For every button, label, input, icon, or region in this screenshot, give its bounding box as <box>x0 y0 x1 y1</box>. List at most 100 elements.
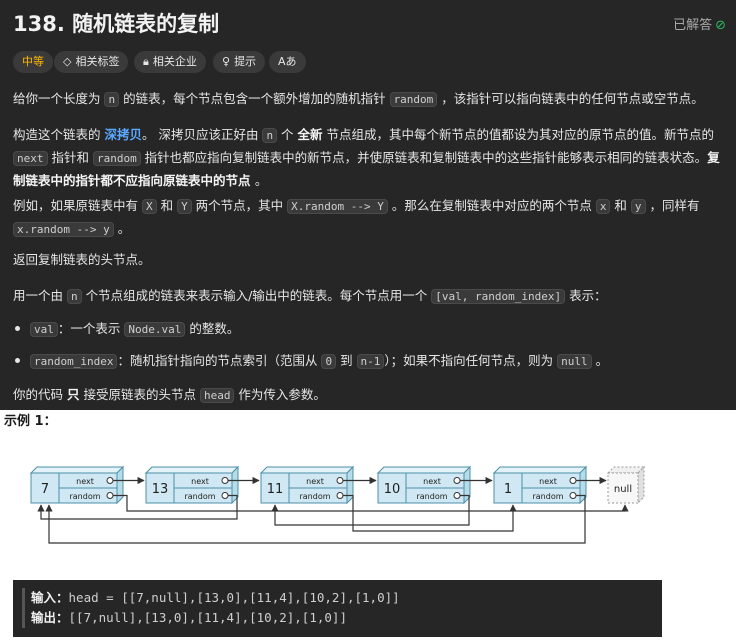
list-item: val ：一个表示 Node.val 的整数。 <box>13 318 239 341</box>
text: 。 深拷贝应该正好由 <box>142 127 263 142</box>
list-item: random_index ：随机指针指向的节点索引（范围从 0 到 n-1 ）；如果… <box>13 350 608 373</box>
text: ）；如果不指向任何节点，则为 <box>384 353 558 368</box>
inline-code: y <box>630 199 646 214</box>
inline-code: random <box>389 92 438 107</box>
text: 。 <box>254 173 268 188</box>
inline-code: n <box>66 289 82 304</box>
node-value: 11 <box>267 482 284 497</box>
node-value: 10 <box>384 482 401 497</box>
next-label: next <box>76 477 94 486</box>
lightbulb-icon: ♀ <box>222 55 231 68</box>
next-label: next <box>306 477 324 486</box>
companies-button[interactable]: 🔒︎ 相关企业 <box>134 51 206 73</box>
list-node: 10 next random <box>376 465 472 505</box>
solved-label: 已解答 <box>673 18 713 33</box>
difficulty-badge[interactable]: 中等 <box>13 51 53 73</box>
inline-code: next <box>13 151 48 166</box>
inline-code: Node.val <box>124 322 186 337</box>
inline-code: [val, random_index] <box>431 289 566 304</box>
text: ，同样有 <box>645 198 700 213</box>
random-label: random <box>416 492 447 501</box>
text: 作为传入参数。 <box>234 387 326 402</box>
list-node: 13 next random <box>144 465 240 505</box>
problem-panel: 138. 随机链表的复制 已解答 ⊘ 中等 ◇ 相关标签 🔒︎ 相关企业 ♀ 提示 Aあ… <box>0 0 736 410</box>
companies-label: 相关企业 <box>152 55 197 68</box>
inline-code: head <box>199 388 235 403</box>
text: 指针和 <box>47 150 93 165</box>
example-output: 输出：[[7,null],[13,0],[11,4],[10,2],[1,0]] <box>31 608 347 628</box>
text: 接受原链表的头节点 <box>79 387 200 402</box>
example-title: 示例 1： <box>4 414 57 429</box>
inline-code: random_index <box>30 354 118 369</box>
text: 指针也都应指向复制链表中的新节点，并使原链表和复制链表中的这些指针能够表示相同的… <box>140 150 708 165</box>
text: 你的代码 <box>13 387 67 402</box>
quote-bar <box>22 588 25 628</box>
text: 个节点组成的链表来表示输入/输出中的链表。每个节点用一个 <box>81 288 432 303</box>
hint-label: 提示 <box>234 55 257 68</box>
input-label: 输入： <box>31 590 69 605</box>
text: 。 <box>591 353 609 368</box>
next-label: next <box>539 477 557 486</box>
text: 两个节点，其中 <box>191 198 288 213</box>
bullet-icon <box>15 358 20 363</box>
text: ：随机指针指向的节点索引（范围从 <box>117 353 322 368</box>
desc-paragraph-6: 你的代码 只 接受原链表的头节点 head 作为传入参数。 <box>13 384 725 407</box>
linked-list-diagram: 7 next random 13 next random 11 next ran… <box>29 465 646 544</box>
desc-paragraph-3: 例如，如果原链表中有 X 和 Y 两个节点，其中 X.random --> Y … <box>13 195 725 241</box>
example-diagram: 7 next random 13 next random 11 next ran… <box>13 441 658 573</box>
text: 和 <box>610 198 631 213</box>
text: 的链表，每个节点包含一个额外增加的随机指针 <box>119 91 390 106</box>
text: 节点组成，其中每个新节点的值都设为其对应的原节点的值。新节点的 <box>322 127 715 142</box>
text: 到 <box>336 353 357 368</box>
text: 。那么在复制链表中对应的两个节点 <box>387 198 596 213</box>
output-value: [[7,null],[13,0],[11,4],[10,2],[1,0]] <box>68 610 347 625</box>
list-node: 11 next random <box>259 465 355 505</box>
inline-code: x.random --> y <box>13 222 114 237</box>
strong-text: 全新 <box>297 127 323 142</box>
desc-paragraph-4: 返回复制链表的头节点。 <box>13 252 151 267</box>
inline-code: random <box>92 151 141 166</box>
input-value: head = [[7,null],[13,0],[11,4],[10,2],[1… <box>68 590 400 605</box>
inline-code: X.random --> Y <box>287 199 388 214</box>
text: 给你一个长度为 <box>13 91 105 106</box>
inline-code: X <box>141 199 157 214</box>
inline-code: null <box>557 354 592 369</box>
related-tags-label: 相关标签 <box>75 55 120 68</box>
random-label: random <box>184 492 215 501</box>
hint-button[interactable]: ♀ 提示 <box>213 51 266 73</box>
node-value: 1 <box>504 482 512 497</box>
font-toggle-button[interactable]: Aあ <box>269 51 306 73</box>
inline-code: val <box>30 322 58 337</box>
node-value: 7 <box>41 482 49 497</box>
bullet-icon <box>15 326 20 331</box>
text: 例如，如果原链表中有 <box>13 198 142 213</box>
text: ：一个表示 <box>57 321 125 336</box>
random-label: random <box>299 492 330 501</box>
random-label: random <box>532 492 563 501</box>
deep-copy-link[interactable]: 深拷贝 <box>104 127 142 142</box>
example-input: 输入：head = [[7,null],[13,0],[11,4],[10,2]… <box>31 588 400 608</box>
text: 的整数。 <box>185 321 240 336</box>
inline-code: n-1 <box>356 354 385 369</box>
inline-code: n <box>262 128 278 143</box>
inline-code: Y <box>177 199 192 214</box>
page-title: 138. 随机链表的复制 <box>13 12 220 36</box>
desc-paragraph-2: 构造这个链表的 深拷贝。 深拷贝应该正好由 n 个 全新 节点组成，其中每个新节… <box>13 124 725 192</box>
solved-status: 已解答 ⊘ <box>673 14 726 33</box>
lock-icon: 🔒︎ <box>143 55 149 68</box>
text: 构造这个链表的 <box>13 127 105 142</box>
null-label: null <box>614 484 632 495</box>
random-label: random <box>69 492 100 501</box>
desc-paragraph-5: 用一个由 n 个节点组成的链表来表示输入/输出中的链表。每个节点用一个 [val… <box>13 285 725 308</box>
inline-code: 0 <box>321 354 337 369</box>
inline-code: n <box>104 92 120 107</box>
output-label: 输出： <box>31 610 69 625</box>
text: 和 <box>156 198 178 213</box>
next-label: next <box>191 477 209 486</box>
related-tags-button[interactable]: ◇ 相关标签 <box>54 51 129 73</box>
next-label: next <box>423 477 441 486</box>
text: 个 <box>277 127 298 142</box>
inline-code: x <box>595 199 611 214</box>
text: 用一个由 <box>13 288 67 303</box>
null-node: null <box>606 465 646 505</box>
